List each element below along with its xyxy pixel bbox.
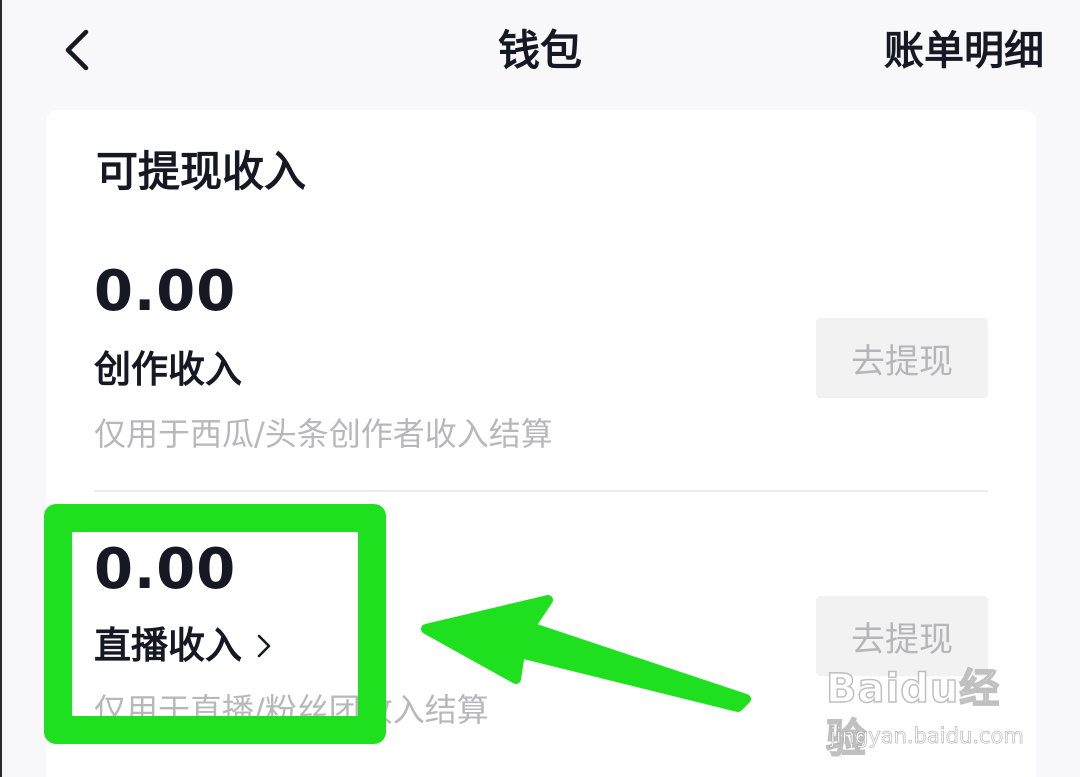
creation-withdraw-button[interactable]: 去提现 <box>816 318 988 398</box>
creation-income-label-text: 创作收入 <box>94 348 242 391</box>
nav-header: 钱包 账单明细 <box>0 0 1080 105</box>
divider <box>94 490 988 492</box>
baidu-jingyan-watermark: Baidu经验 jingyan.baidu.com <box>825 664 1026 764</box>
annotation-arrow <box>421 595 751 712</box>
annotation-highlight-box <box>44 504 386 744</box>
section-title: 可提现收入 <box>96 147 307 196</box>
creation-income-amount: 0.00 <box>94 259 237 324</box>
screen-edge-line <box>0 0 2 777</box>
watermark-url: jingyan.baidu.com <box>830 724 1025 749</box>
creation-income-label: 创作收入 <box>94 346 242 394</box>
creation-income-description: 仅用于西瓜/头条创作者收入结算 <box>94 415 553 453</box>
bill-details-link[interactable]: 账单明细 <box>884 24 1044 78</box>
